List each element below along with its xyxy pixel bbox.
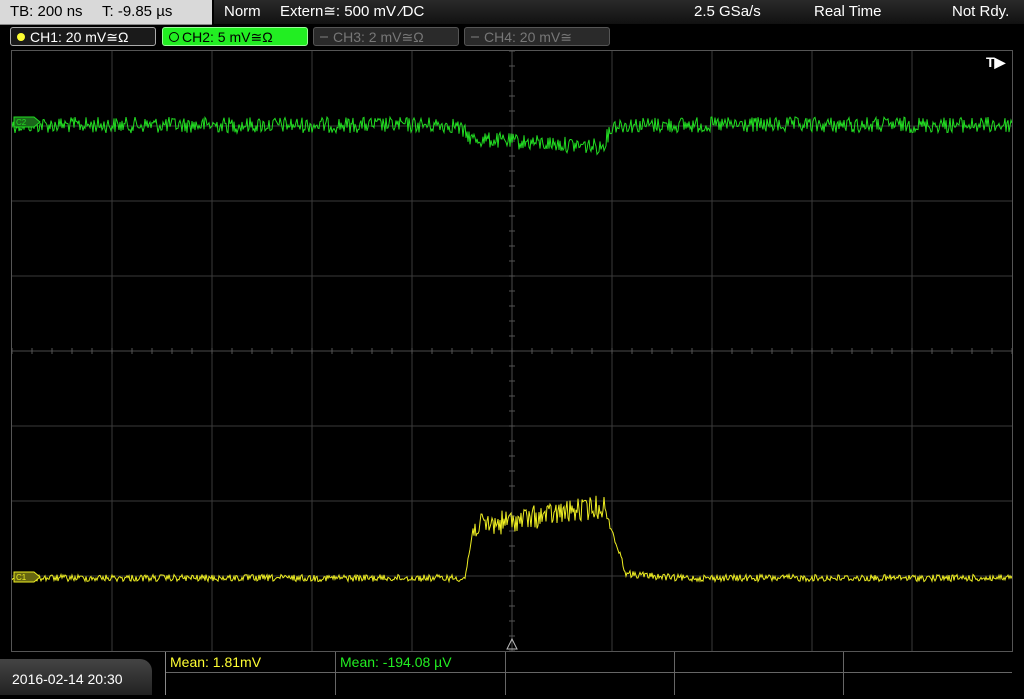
- measurement-col-divider: [335, 652, 336, 695]
- timebase-panel[interactable]: TB: 200 ns T: -9.85 µs: [0, 0, 212, 25]
- ch1-mean-value: Mean: 1.81mV: [170, 654, 262, 670]
- trigger-source-label[interactable]: Extern≅: 500 mV ⁄DC: [280, 0, 424, 24]
- trigger-mode-label[interactable]: Norm: [224, 0, 261, 24]
- sample-rate-label: 2.5 GSa/s: [694, 3, 761, 20]
- channel-bar: CH1: 20 mV≅Ω CH2: 5 mV≅Ω CH3: 2 mV≅Ω CH4…: [0, 26, 1024, 48]
- channel-2-button[interactable]: CH2: 5 mV≅Ω: [162, 27, 308, 46]
- run-status-label[interactable]: Not Rdy.: [952, 0, 1009, 24]
- channel-4-off-icon: [471, 36, 479, 38]
- channel-2-marker-label: C2: [16, 118, 27, 127]
- measurement-row-divider: [166, 672, 1012, 673]
- channel-3-button[interactable]: CH3: 2 mV≅Ω: [313, 27, 459, 46]
- trigger-time-label: T: -9.85 µs: [102, 3, 173, 20]
- channel-3-off-icon: [320, 36, 328, 38]
- datetime-label: 2016-02-14 20:30: [0, 659, 152, 695]
- measurement-table[interactable]: Mean: 1.81mV Mean: -194.08 µV: [165, 652, 1012, 695]
- waveform-display[interactable]: C2 C1 T▶: [11, 50, 1013, 652]
- channel-1-dot-icon: [17, 33, 25, 41]
- channel-1-marker-label: C1: [16, 573, 27, 582]
- channel-1-button[interactable]: CH1: 20 mV≅Ω: [10, 27, 156, 46]
- trigger-marker-label: T▶: [986, 54, 1007, 70]
- top-status-bar: TB: 200 ns T: -9.85 µs Norm Extern≅: 500…: [0, 0, 1024, 26]
- channel-1-label: CH1: 20 mV≅Ω: [30, 29, 129, 45]
- measurement-col-divider: [674, 652, 675, 695]
- channel-4-button[interactable]: CH4: 20 mV≅: [464, 27, 610, 46]
- channel-2-label: CH2: 5 mV≅Ω: [182, 29, 273, 45]
- measurement-col-divider: [843, 652, 844, 695]
- measurement-col-divider: [505, 652, 506, 695]
- channel-4-label: CH4: 20 mV≅: [484, 29, 572, 45]
- acquisition-mode-label[interactable]: Real Time: [814, 0, 882, 24]
- channel-2-dot-icon: [169, 32, 179, 42]
- ch2-mean-value: Mean: -194.08 µV: [340, 654, 452, 670]
- waveform-svg: C2 C1 T▶: [11, 50, 1013, 652]
- timebase-label: TB: 200 ns: [10, 3, 83, 20]
- channel-3-label: CH3: 2 mV≅Ω: [333, 29, 424, 45]
